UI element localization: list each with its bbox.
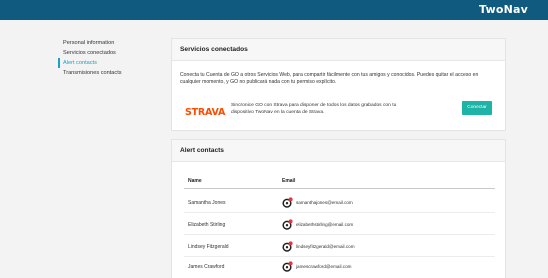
alert-contact-icon: [282, 197, 293, 208]
row-divider: [184, 212, 495, 213]
contact-email: lindseyfitzgerald@email.com: [296, 244, 355, 249]
table-row[interactable]: James Crawford jamescrawford@email.com: [172, 257, 507, 277]
sidebar: Personal information Servicios conectado…: [58, 38, 163, 78]
contact-name: Elizabeth Stirling: [188, 222, 226, 228]
alert-contact-icon: [282, 241, 293, 252]
strava-logo: STRAVA: [185, 107, 226, 118]
table-row[interactable]: Lindsey Fitzgerald lindseyfitzgerald@ema…: [172, 237, 507, 257]
row-divider: [184, 234, 495, 235]
header-divider: [184, 188, 495, 189]
top-bar: TwoNav: [0, 0, 548, 20]
contact-name: Samantha Jones: [188, 200, 226, 206]
connected-services-title: Servicios conectados: [172, 39, 505, 61]
strava-description: Sincronice GO con Strava para disponer d…: [231, 103, 397, 115]
sidebar-item-transmisiones-contacts[interactable]: Transmisiones contacts: [63, 68, 163, 78]
brand-logo[interactable]: TwoNav: [479, 3, 528, 16]
connected-services-description: Conecta tu Cuenta de GO a otros Servicio…: [180, 72, 479, 86]
sidebar-item-servicios-conectados[interactable]: Servicios conectados: [63, 48, 163, 58]
contact-name: Lindsey Fitzgerald: [188, 244, 229, 250]
alert-contacts-card: Alert contacts Name Email Samantha Jones…: [171, 139, 506, 278]
alert-contact-icon: [282, 261, 293, 272]
table-row[interactable]: Elizabeth Stirling elizabethstirling@ema…: [172, 215, 507, 235]
column-header-email: Email: [282, 178, 296, 184]
column-header-name: Name: [188, 178, 202, 184]
connected-services-card: Servicios conectados Conecta tu Cuenta d…: [171, 38, 506, 131]
contact-email: jamescrawford@email.com: [296, 264, 352, 269]
sidebar-item-personal-information[interactable]: Personal information: [63, 38, 163, 48]
alert-contact-icon: [282, 219, 293, 230]
table-row[interactable]: Samantha Jones samanthajones@email.com: [172, 193, 507, 213]
alert-contacts-title: Alert contacts: [172, 140, 505, 162]
sidebar-item-alert-contacts[interactable]: Alert contacts: [58, 58, 163, 68]
contact-email: elizabethstirling@email.com: [296, 222, 354, 227]
contact-name: James Crawford: [188, 264, 225, 270]
strava-connect-button[interactable]: Conectar: [462, 101, 492, 115]
contact-email: samanthajones@email.com: [296, 200, 353, 205]
